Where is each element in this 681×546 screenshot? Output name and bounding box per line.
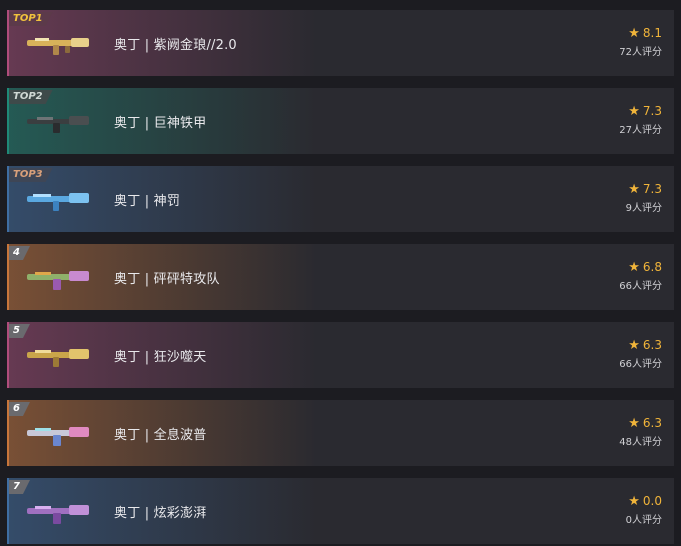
- star-icon: ★: [628, 26, 640, 41]
- star-icon: ★: [628, 182, 640, 197]
- rating-block: ★ 0.0 0人评分: [626, 494, 662, 527]
- purple-rifle-icon: [27, 505, 89, 524]
- row-accent-bar: [7, 322, 9, 388]
- rank-badge: TOP2: [9, 90, 53, 104]
- rating-count: 72人评分: [619, 47, 662, 58]
- gold-rifle-icon: [27, 38, 89, 55]
- star-icon: ★: [628, 416, 640, 431]
- ranking-row-3[interactable]: TOP3 奥丁 | 神罚 ★ 7.3 9人评分: [7, 166, 674, 232]
- gold-rifle-icon: [27, 349, 89, 367]
- score-value: 6.3: [642, 338, 662, 352]
- skin-name: 奥丁 | 炫彩澎湃: [114, 506, 207, 521]
- row-accent-bar: [7, 400, 9, 466]
- score-value: 8.1: [642, 26, 662, 40]
- score-value: 6.3: [642, 416, 662, 430]
- score-value: 6.8: [642, 260, 662, 274]
- skin-ranking-list: TOP1 奥丁 | 紫阙金琅//2.0 ★ 8.1 72人评分 TOP2 奥丁 |…: [0, 0, 681, 546]
- rating-block: ★ 6.3 48人评分: [619, 416, 662, 449]
- rating-block: ★ 7.3 9人评分: [626, 182, 662, 215]
- rating-block: ★ 7.3 27人评分: [619, 104, 662, 137]
- skin-name: 奥丁 | 巨神铁甲: [114, 116, 207, 131]
- row-accent-bar: [7, 10, 9, 76]
- row-accent-bar: [7, 88, 9, 154]
- ranking-row-7[interactable]: 7 奥丁 | 炫彩澎湃 ★ 0.0 0人评分: [7, 478, 674, 544]
- holo-rifle-icon: [27, 427, 89, 446]
- row-accent-bar: [7, 478, 9, 544]
- rating-count: 66人评分: [619, 281, 662, 292]
- rating-block: ★ 6.3 66人评分: [619, 338, 662, 371]
- star-icon: ★: [628, 338, 640, 353]
- skin-name: 奥丁 | 狂沙噬天: [114, 350, 207, 365]
- blue-rifle-icon: [27, 193, 89, 211]
- skin-name: 奥丁 | 全息波普: [114, 428, 207, 443]
- rank-badge: TOP3: [9, 168, 53, 182]
- skin-name: 奥丁 | 紫阙金琅//2.0: [114, 38, 237, 53]
- ranking-row-6[interactable]: 6 奥丁 | 全息波普 ★ 6.3 48人评分: [7, 400, 674, 466]
- rank-badge: TOP1: [9, 12, 53, 26]
- score-value: 0.0: [642, 494, 662, 508]
- ranking-row-5[interactable]: 5 奥丁 | 狂沙噬天 ★ 6.3 66人评分: [7, 322, 674, 388]
- rating-count: 9人评分: [625, 203, 662, 214]
- skin-name: 奥丁 | 神罚: [114, 194, 181, 209]
- rating-count: 0人评分: [625, 515, 662, 526]
- row-accent-bar: [7, 166, 9, 232]
- star-icon: ★: [628, 104, 640, 119]
- dark-rifle-icon: [27, 116, 89, 133]
- colorful-rifle-icon: [27, 271, 89, 290]
- ranking-row-2[interactable]: TOP2 奥丁 | 巨神铁甲 ★ 7.3 27人评分: [7, 88, 674, 154]
- score-value: 7.3: [642, 182, 662, 196]
- rating-count: 48人评分: [619, 437, 662, 448]
- rating-count: 66人评分: [619, 359, 662, 370]
- star-icon: ★: [628, 494, 640, 509]
- ranking-row-1[interactable]: TOP1 奥丁 | 紫阙金琅//2.0 ★ 8.1 72人评分: [7, 10, 674, 76]
- rating-block: ★ 6.8 66人评分: [619, 260, 662, 293]
- skin-name: 奥丁 | 砰砰特攻队: [114, 272, 220, 287]
- rating-count: 27人评分: [619, 125, 662, 136]
- score-value: 7.3: [642, 104, 662, 118]
- row-accent-bar: [7, 244, 9, 310]
- ranking-row-4[interactable]: 4 奥丁 | 砰砰特攻队 ★ 6.8 66人评分: [7, 244, 674, 310]
- star-icon: ★: [628, 260, 640, 275]
- rating-block: ★ 8.1 72人评分: [619, 26, 662, 59]
